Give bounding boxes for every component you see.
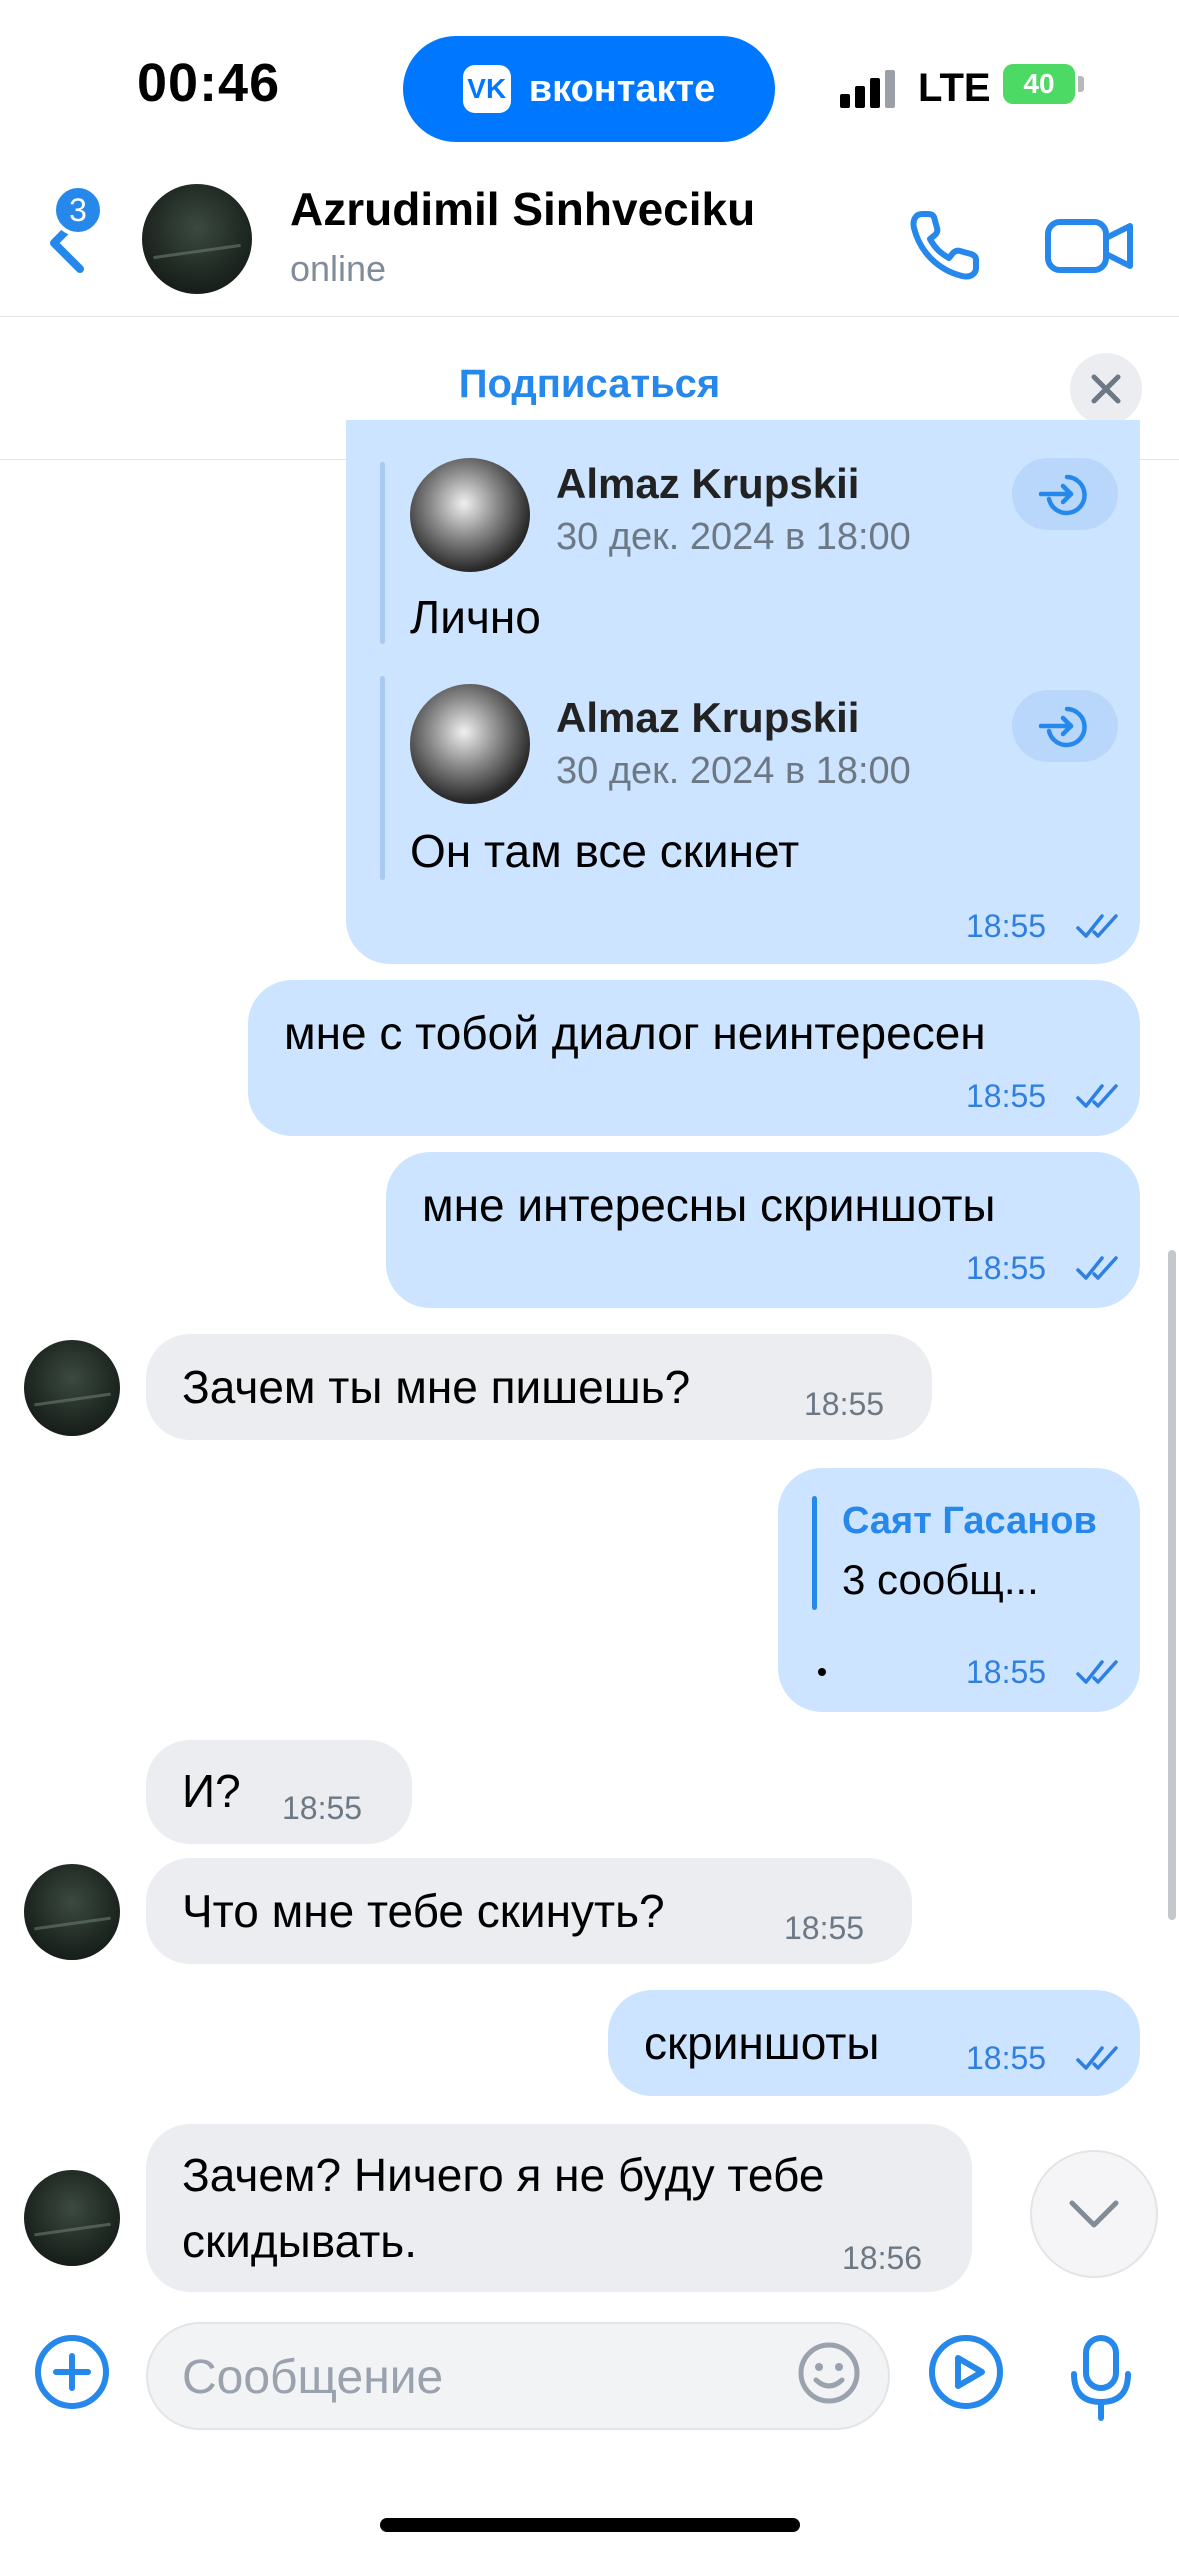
double-check-icon: [1076, 1660, 1118, 1684]
message-text: Зачем? Ничего я не буду тебе скидывать.: [182, 2149, 825, 2267]
double-check-icon: [1076, 1084, 1118, 1108]
vk-pill-label: вконтакте: [528, 67, 716, 110]
chevron-down-icon: [1069, 2200, 1119, 2228]
plus-icon[interactable]: [32, 2332, 112, 2412]
play-icon[interactable]: [926, 2332, 1006, 2412]
forward-author-avatar: [410, 458, 530, 572]
emoji-icon[interactable]: [796, 2340, 862, 2406]
scroll-to-bottom-button[interactable]: [1030, 2150, 1158, 2278]
vk-logo-icon: VK: [462, 65, 511, 113]
battery-level: 40: [1023, 68, 1055, 99]
share-forward-icon: [1038, 706, 1087, 748]
battery-icon: 40: [1003, 64, 1075, 104]
vk-app-pill[interactable]: VK вконтакте: [403, 36, 775, 142]
signal-icon: [840, 70, 895, 108]
subscribe-button[interactable]: Подписаться: [0, 362, 1179, 407]
battery-cap: [1078, 76, 1084, 92]
message-input-placeholder: Сообщение: [182, 2351, 444, 2404]
sender-avatar[interactable]: [24, 1340, 120, 1436]
message-text: скриншоты: [644, 2017, 880, 2069]
reply-author-name[interactable]: Саят Гасанов: [842, 1500, 1097, 1543]
forward-text: Он там все скинет: [410, 825, 800, 877]
message-text: Что мне тебе скинуть?: [182, 1885, 665, 1937]
message-time: 18:55: [966, 1654, 1047, 1690]
status-time: 00:46: [137, 53, 281, 113]
message-text: мне с тобой диалог неинтересен: [284, 1007, 986, 1059]
forward-author-name[interactable]: Almaz Krupskii: [556, 460, 859, 508]
sender-avatar[interactable]: [24, 2170, 120, 2266]
forward-author-name[interactable]: Almaz Krupskii: [556, 694, 859, 742]
contact-status: online: [290, 248, 387, 289]
network-type: LTE: [918, 66, 991, 110]
double-check-icon: [1076, 2046, 1118, 2070]
video-camera-icon[interactable]: [1040, 200, 1140, 290]
message-time: 18:56: [842, 2240, 923, 2276]
forward-date: 30 дек. 2024 в 18:00: [556, 750, 911, 792]
message-text: мне интересны скриншоты: [422, 1179, 996, 1231]
microphone-icon[interactable]: [1068, 2332, 1134, 2422]
contact-name[interactable]: Azrudimil Sinhveciku: [290, 182, 755, 236]
message-time: 18:55: [966, 1250, 1047, 1286]
message-time: 18:55: [966, 1078, 1047, 1114]
reply-preview-text: 3 сообщ...: [842, 1556, 1039, 1603]
close-icon: [1091, 374, 1121, 404]
close-subscribe-button[interactable]: [1070, 353, 1142, 425]
message-time: 18:55: [966, 908, 1047, 944]
message-text: Зачем ты мне пишешь?: [182, 1361, 691, 1413]
forward-author-avatar: [410, 684, 530, 804]
forward-date: 30 дек. 2024 в 18:00: [556, 516, 911, 558]
message-time: 18:55: [966, 2040, 1047, 2076]
message-time: 18:55: [282, 1790, 363, 1826]
share-forward-button[interactable]: [1012, 690, 1118, 762]
forward-quote-line: [380, 462, 385, 644]
home-indicator[interactable]: [380, 2518, 800, 2532]
scrollbar[interactable]: [1168, 1250, 1176, 1920]
share-forward-icon: [1038, 474, 1087, 516]
message-text: И?: [182, 1765, 241, 1817]
double-check-icon: [1076, 914, 1118, 938]
forward-text: Лично: [410, 591, 541, 643]
phone-icon[interactable]: [900, 200, 990, 290]
contact-avatar[interactable]: [142, 184, 252, 294]
message-time: 18:55: [784, 1910, 865, 1946]
message-time: 18:55: [804, 1386, 885, 1422]
unread-badge: 3: [52, 184, 104, 236]
forward-quote-line: [380, 676, 385, 880]
reply-quote-line: [812, 1496, 817, 1610]
dot-indicator: [818, 1668, 826, 1676]
double-check-icon: [1076, 1256, 1118, 1280]
sender-avatar[interactable]: [24, 1864, 120, 1960]
share-forward-button[interactable]: [1012, 458, 1118, 530]
